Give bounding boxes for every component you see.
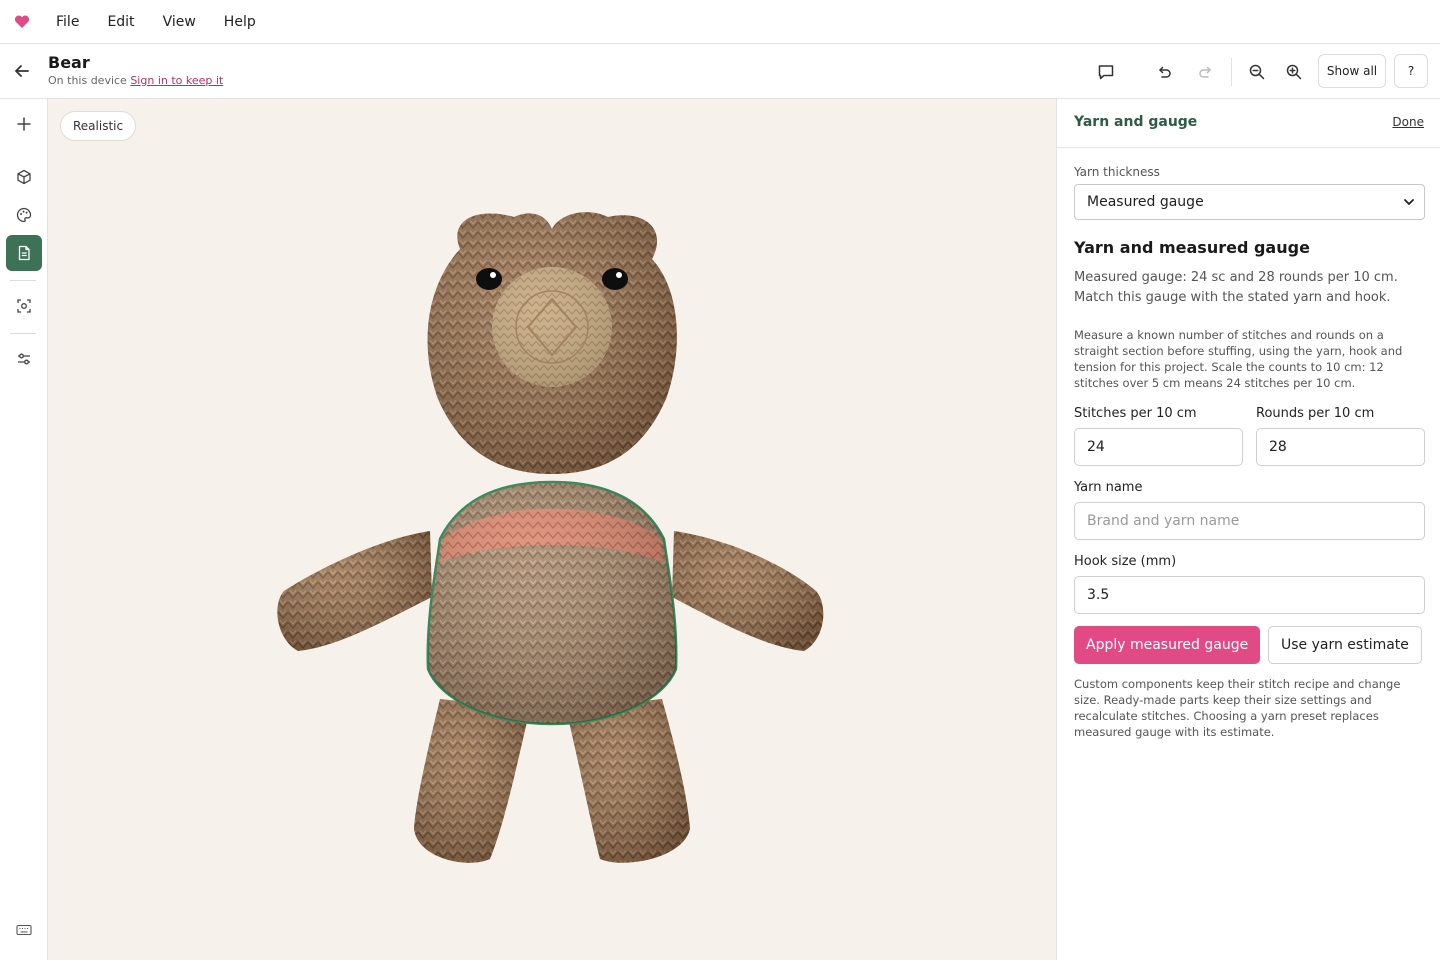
bear-arm-left[interactable] — [277, 531, 432, 651]
undo-icon[interactable] — [1150, 58, 1178, 86]
rail-divider — [10, 280, 36, 281]
rail-divider — [10, 333, 36, 334]
rounds-label: Rounds per 10 cm — [1256, 406, 1375, 421]
toolbar-divider — [1231, 58, 1232, 86]
hook-size-label: Hook size (mm) — [1074, 554, 1177, 569]
zoom-out-icon[interactable] — [1243, 58, 1271, 86]
redo-icon[interactable] — [1192, 58, 1220, 86]
yarn-gauge-panel: Yarn and gauge Done Yarn thickness Measu… — [1056, 99, 1440, 960]
menu-file[interactable]: File — [44, 0, 93, 44]
bear-body[interactable] — [426, 480, 678, 726]
storage-status: On this device Sign in to keep it — [48, 74, 223, 87]
3d-viewport[interactable]: Realistic — [48, 99, 1056, 960]
gauge-instructions: Measure a known number of stitches and r… — [1074, 328, 1403, 390]
comment-icon[interactable] — [1092, 58, 1120, 86]
help-button[interactable]: ? — [1394, 54, 1428, 88]
palette-icon[interactable] — [6, 197, 42, 233]
chevron-down-icon — [1402, 195, 1416, 213]
bear-model[interactable] — [48, 99, 1056, 960]
panel-title: Yarn and gauge — [1074, 114, 1198, 130]
title-block: Bear On this device Sign in to keep it — [48, 53, 223, 87]
bear-leg-left[interactable] — [414, 699, 530, 863]
yarn-thickness-value: Measured gauge — [1087, 194, 1204, 210]
document-header: Bear On this device Sign in to keep it S… — [0, 44, 1440, 99]
apply-measured-gauge-button[interactable]: Apply measured gauge — [1074, 626, 1261, 664]
menu-help[interactable]: Help — [210, 0, 270, 44]
stitches-label: Stitches per 10 cm — [1074, 406, 1197, 421]
document-icon[interactable] — [6, 235, 42, 271]
use-yarn-estimate-button[interactable]: Use yarn estimate — [1268, 626, 1422, 664]
yarn-name-label: Yarn name — [1074, 480, 1143, 495]
sliders-icon[interactable] — [6, 341, 42, 377]
storage-status-text: On this device — [48, 74, 127, 87]
menu-view[interactable]: View — [149, 0, 210, 44]
bear-arm-right[interactable] — [672, 531, 824, 651]
render-mode-toggle[interactable]: Realistic — [60, 111, 137, 141]
menu-bar: File Edit View Help — [0, 0, 1440, 44]
left-toolbar — [0, 99, 48, 960]
gauge-footnote: Custom components keep their stitch reci… — [1074, 677, 1401, 739]
yarn-thickness-label: Yarn thickness — [1074, 165, 1160, 179]
back-arrow-icon[interactable] — [8, 57, 36, 85]
plus-icon[interactable] — [6, 106, 42, 142]
keyboard-icon[interactable] — [6, 912, 42, 948]
done-button[interactable]: Done — [1392, 115, 1424, 129]
bear-leg-right[interactable] — [566, 699, 690, 863]
rounds-input[interactable] — [1256, 428, 1425, 466]
section-heading: Yarn and measured gauge — [1074, 238, 1310, 257]
menu-edit[interactable]: Edit — [93, 0, 148, 44]
yarn-name-input[interactable] — [1074, 502, 1425, 540]
panel-header: Yarn and gauge Done — [1057, 99, 1440, 148]
focus-icon[interactable] — [6, 288, 42, 324]
heart-icon[interactable] — [0, 15, 44, 29]
yarn-thickness-select[interactable]: Measured gauge — [1074, 184, 1425, 220]
show-all-button[interactable]: Show all — [1318, 54, 1386, 88]
stitches-input[interactable] — [1074, 428, 1243, 466]
page-title: Bear — [48, 53, 90, 72]
zoom-in-icon[interactable] — [1280, 58, 1308, 86]
cube-icon[interactable] — [6, 159, 42, 195]
sign-in-link[interactable]: Sign in to keep it — [130, 74, 223, 87]
bear-muzzle[interactable] — [492, 267, 612, 387]
hook-size-input[interactable] — [1074, 576, 1425, 614]
gauge-summary: Measured gauge: 24 sc and 28 rounds per … — [1074, 270, 1398, 305]
